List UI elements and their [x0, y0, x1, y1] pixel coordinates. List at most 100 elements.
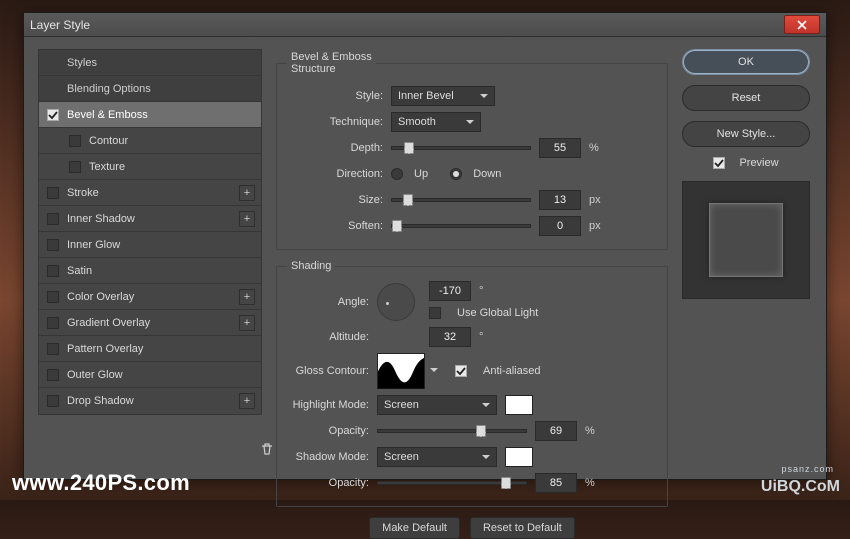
depth-unit: % [589, 142, 609, 154]
antialias-label: Anti-aliased [483, 365, 540, 377]
direction-label: Direction: [287, 168, 383, 180]
size-unit: px [589, 194, 609, 206]
sidebar-label: Drop Shadow [67, 395, 253, 407]
sidebar-label: Stroke [67, 187, 253, 199]
checkbox[interactable] [69, 135, 81, 147]
shadow-opacity-label: Opacity: [287, 477, 369, 489]
checkbox[interactable] [69, 161, 81, 173]
highlight-opacity-slider[interactable] [377, 429, 527, 433]
sidebar-item-drop-shadow[interactable]: Drop Shadow+ [39, 388, 261, 414]
angle-label: Angle: [287, 296, 369, 308]
up-label: Up [414, 168, 428, 180]
direction-up-radio[interactable] [391, 168, 403, 180]
sidebar-item-bevel-emboss[interactable]: Bevel & Emboss [39, 102, 261, 128]
shadow-color-swatch[interactable] [505, 447, 533, 467]
soften-unit: px [589, 220, 609, 232]
sidebar-label: Satin [67, 265, 253, 277]
checkbox[interactable] [47, 369, 59, 381]
gloss-contour-label: Gloss Contour: [287, 365, 369, 377]
angle-value[interactable]: -170 [429, 281, 471, 301]
highlight-mode-label: Highlight Mode: [287, 399, 369, 411]
global-light-checkbox[interactable] [429, 307, 441, 319]
preview-checkbox[interactable] [713, 157, 725, 169]
sidebar-label: Inner Glow [67, 239, 253, 251]
checkbox[interactable] [47, 109, 59, 121]
add-effect-icon[interactable]: + [239, 393, 255, 409]
sidebar-item-inner-shadow[interactable]: Inner Shadow+ [39, 206, 261, 232]
sidebar-item-outer-glow[interactable]: Outer Glow [39, 362, 261, 388]
checkbox[interactable] [47, 213, 59, 225]
checkbox[interactable] [47, 291, 59, 303]
depth-slider[interactable] [391, 146, 531, 150]
sidebar-label: Bevel & Emboss [67, 109, 253, 121]
highlight-mode-select[interactable]: Screen [377, 395, 497, 415]
watermark-small: psanz.com [781, 464, 834, 474]
titlebar[interactable]: Layer Style [24, 13, 826, 37]
shadow-mode-label: Shadow Mode: [287, 451, 369, 463]
shadow-mode-select[interactable]: Screen [377, 447, 497, 467]
shadow-opacity-slider[interactable] [377, 481, 527, 485]
sidebar-label: Texture [89, 161, 253, 173]
new-style-button[interactable]: New Style... [682, 121, 810, 147]
angle-wheel[interactable] [377, 283, 415, 321]
soften-slider[interactable] [391, 224, 531, 228]
soften-value[interactable]: 0 [539, 216, 581, 236]
direction-down-radio[interactable] [450, 168, 462, 180]
size-value[interactable]: 13 [539, 190, 581, 210]
preview-sample [709, 203, 783, 277]
highlight-color-swatch[interactable] [505, 395, 533, 415]
sidebar-label: Styles [67, 57, 253, 69]
sidebar-label: Color Overlay [67, 291, 253, 303]
altitude-label: Altitude: [287, 331, 369, 343]
ok-button[interactable]: OK [682, 49, 810, 75]
checkbox[interactable] [47, 395, 59, 407]
add-effect-icon[interactable]: + [239, 211, 255, 227]
subsection-title: Structure [291, 63, 336, 75]
sidebar-item-texture[interactable]: Texture [39, 154, 261, 180]
preview-box [682, 181, 810, 299]
checkbox[interactable] [47, 265, 59, 277]
style-select[interactable]: Inner Bevel [391, 86, 495, 106]
sidebar-item-blending-options[interactable]: Blending Options [39, 76, 261, 102]
sidebar-label: Contour [89, 135, 253, 147]
make-default-button[interactable]: Make Default [369, 517, 460, 539]
depth-label: Depth: [287, 142, 383, 154]
add-effect-icon[interactable]: + [239, 315, 255, 331]
sidebar-label: Outer Glow [67, 369, 253, 381]
add-effect-icon[interactable]: + [239, 289, 255, 305]
shadow-opacity-value[interactable]: 85 [535, 473, 577, 493]
trash-icon[interactable] [260, 442, 274, 459]
sidebar-item-contour[interactable]: Contour [39, 128, 261, 154]
reset-button[interactable]: Reset [682, 85, 810, 111]
sidebar-item-stroke[interactable]: Stroke+ [39, 180, 261, 206]
global-light-label: Use Global Light [457, 307, 538, 319]
settings-panel: Bevel & EmbossStructure Style:Inner Beve… [276, 49, 668, 469]
effects-sidebar: Styles Blending Options Bevel & Emboss C… [38, 49, 262, 469]
technique-select[interactable]: Smooth [391, 112, 481, 132]
gloss-contour-picker[interactable] [377, 353, 425, 389]
checkbox[interactable] [47, 343, 59, 355]
size-slider[interactable] [391, 198, 531, 202]
right-column: OK Reset New Style... Preview [682, 49, 810, 469]
structure-group: Bevel & EmbossStructure Style:Inner Beve… [276, 51, 668, 250]
sidebar-label: Gradient Overlay [67, 317, 253, 329]
layer-style-dialog: Layer Style Styles Blending Options Beve… [23, 12, 827, 480]
sidebar-item-gradient-overlay[interactable]: Gradient Overlay+ [39, 310, 261, 336]
highlight-opacity-value[interactable]: 69 [535, 421, 577, 441]
sidebar-item-pattern-overlay[interactable]: Pattern Overlay [39, 336, 261, 362]
checkbox[interactable] [47, 239, 59, 251]
close-button[interactable] [784, 15, 820, 34]
altitude-value[interactable]: 32 [429, 327, 471, 347]
antialias-checkbox[interactable] [455, 365, 467, 377]
sidebar-item-satin[interactable]: Satin [39, 258, 261, 284]
checkbox[interactable] [47, 317, 59, 329]
watermark: www.240PS.com [12, 470, 190, 496]
sidebar-item-color-overlay[interactable]: Color Overlay+ [39, 284, 261, 310]
checkbox[interactable] [47, 187, 59, 199]
add-effect-icon[interactable]: + [239, 185, 255, 201]
sidebar-item-inner-glow[interactable]: Inner Glow [39, 232, 261, 258]
dialog-title: Layer Style [30, 18, 784, 32]
depth-value[interactable]: 55 [539, 138, 581, 158]
sidebar-item-styles[interactable]: Styles [39, 50, 261, 76]
reset-to-default-button[interactable]: Reset to Default [470, 517, 575, 539]
